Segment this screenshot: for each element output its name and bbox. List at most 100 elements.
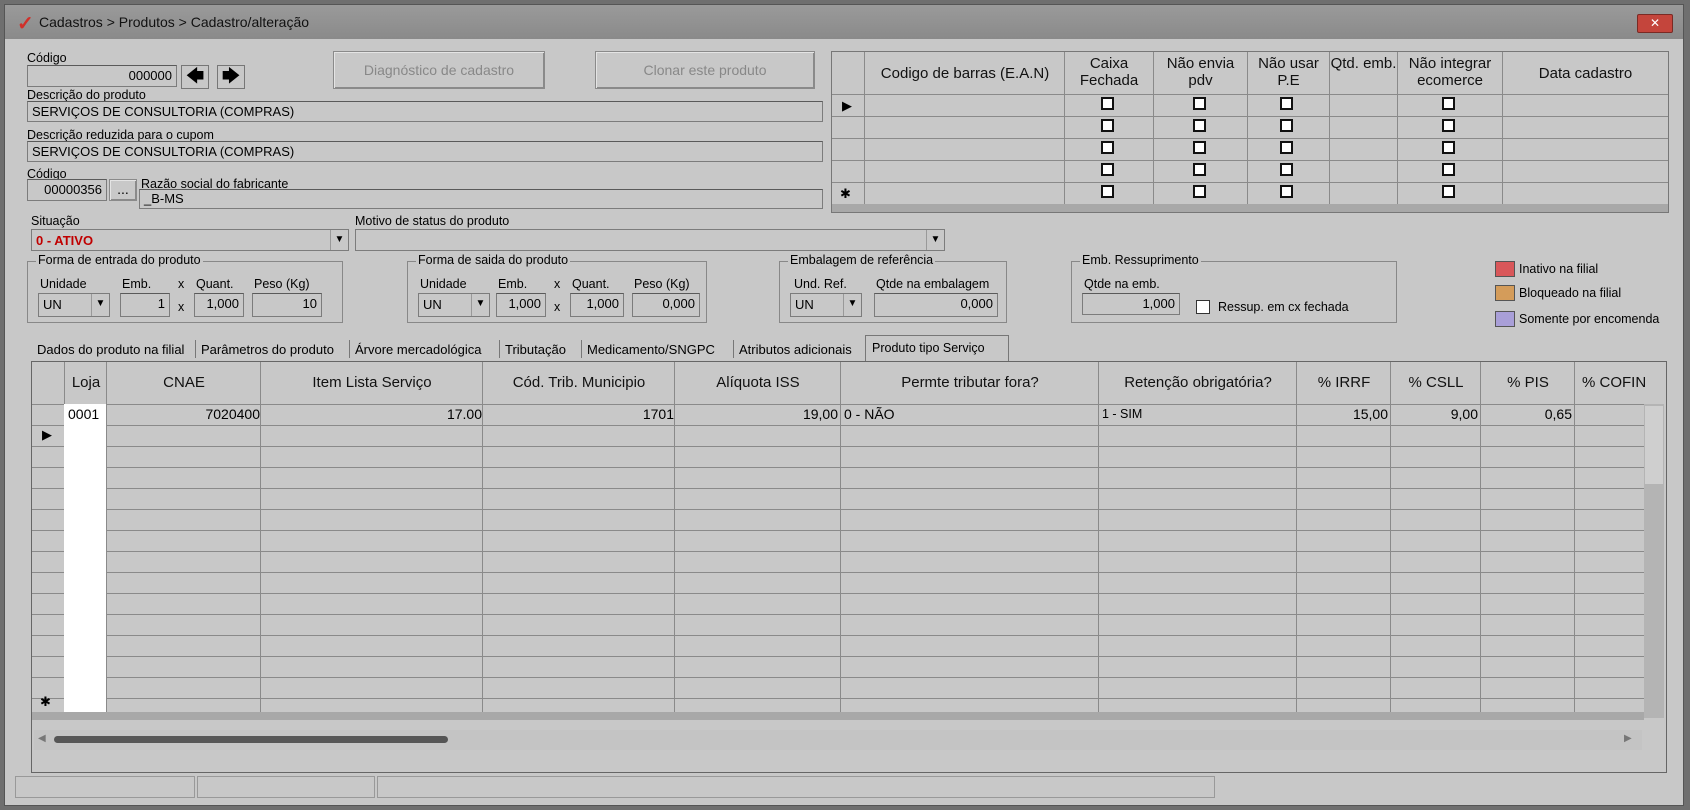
entrada-emb-label: Emb. (122, 277, 152, 291)
chevron-down-icon: ▼ (926, 230, 944, 250)
cell-irrf[interactable]: 15,00 (1298, 406, 1388, 422)
vertical-scroll-thumb[interactable] (1645, 406, 1663, 484)
fabricante-lookup-button[interactable]: ... (109, 179, 137, 201)
barcode-checkbox[interactable] (1193, 141, 1206, 154)
barcode-checkbox[interactable] (1280, 119, 1293, 132)
ressup-qtde-field[interactable]: 1,000 (1082, 293, 1180, 315)
col-data-cadastro: Data cadastro (1538, 65, 1633, 82)
codigo-field[interactable]: 000000 (27, 65, 177, 87)
col-retencao: Retenção obrigatória? (1124, 374, 1272, 391)
horizontal-scrollbar[interactable]: ◀ ▶ (34, 730, 1642, 750)
saida-unidade-select[interactable]: UN ▼ (418, 293, 490, 317)
servico-grid[interactable]: Loja CNAE Item Lista Serviço Cód. Trib. … (31, 361, 1667, 773)
clonar-button[interactable]: Clonar este produto (595, 51, 815, 89)
descricao-field[interactable]: SERVIÇOS DE CONSULTORIA (COMPRAS) (27, 101, 823, 122)
status-panel-1 (15, 776, 195, 798)
barcode-checkbox[interactable] (1442, 163, 1455, 176)
embalagem-und-label: Und. Ref. (794, 277, 847, 291)
cell-cnae[interactable]: 7020400 (108, 406, 260, 422)
embalagem-group: Embalagem de referência Und. Ref. Qtde n… (779, 253, 1007, 323)
barcode-checkbox[interactable] (1101, 163, 1114, 176)
tab-tributacao[interactable]: Tributação (505, 342, 566, 357)
col-cod-trib: Cód. Trib. Municipio (512, 374, 646, 391)
scroll-left-icon[interactable]: ◀ (38, 733, 46, 744)
barcode-checkbox[interactable] (1280, 163, 1293, 176)
barcode-checkbox[interactable] (1193, 163, 1206, 176)
barcode-checkbox[interactable] (1442, 185, 1455, 198)
scroll-right-icon[interactable]: ▶ (1624, 733, 1632, 744)
chevron-down-icon: ▼ (843, 294, 861, 316)
barcode-checkbox[interactable] (1280, 97, 1293, 110)
cell-retencao[interactable]: 1 - SIM (1102, 407, 1142, 421)
ressuprimento-group: Emb. Ressuprimento Qtde na emb. 1,000 Re… (1071, 253, 1397, 323)
next-record-button[interactable]: 🡆 (217, 65, 245, 89)
descricao-reduzida-field[interactable]: SERVIÇOS DE CONSULTORIA (COMPRAS) (27, 141, 823, 162)
saida-emb-field[interactable]: 1,000 (496, 293, 546, 317)
ressup-cx-fechada-label: Ressup. em cx fechada (1218, 300, 1349, 314)
cell-permite-tributar[interactable]: 0 - NÃO (844, 406, 895, 422)
fabricante-codigo-field[interactable]: 00000356 (27, 179, 107, 201)
barcode-checkbox[interactable] (1193, 119, 1206, 132)
legend-swatch-inativo (1495, 261, 1515, 277)
entrada-quant-field[interactable]: 1,000 (194, 293, 244, 317)
barcode-checkbox[interactable] (1442, 97, 1455, 110)
saida-peso-field[interactable]: 0,000 (632, 293, 700, 317)
barcode-grid[interactable]: Codigo de barras (E.A.N) Caixa Fechada N… (831, 51, 1669, 213)
col-cofins: % COFIN (1582, 374, 1647, 391)
new-row-icon: ✱ (40, 694, 51, 709)
ressup-cx-fechada-checkbox[interactable] (1196, 300, 1210, 314)
barcode-checkbox[interactable] (1101, 141, 1114, 154)
legend-label-bloqueado: Bloqueado na filial (1519, 286, 1622, 300)
entrada-emb-field[interactable]: 1 (120, 293, 170, 317)
motivo-select[interactable]: ▼ (355, 229, 945, 251)
barcode-checkbox[interactable] (1280, 185, 1293, 198)
motivo-label: Motivo de status do produto (355, 214, 510, 228)
row-indicator-icon: ▶ (842, 98, 852, 113)
entrada-x2-label: x (178, 300, 185, 314)
entrada-unidade-select[interactable]: UN ▼ (38, 293, 110, 317)
tab-atributos[interactable]: Atributos adicionais (739, 342, 852, 357)
saida-quant-label: Quant. (572, 277, 610, 291)
tab-produto-servico[interactable]: Produto tipo Serviço (865, 335, 1009, 361)
embalagem-und-select[interactable]: UN ▼ (790, 293, 862, 317)
barcode-checkbox[interactable] (1101, 185, 1114, 198)
entrada-peso-field[interactable]: 10 (252, 293, 322, 317)
barcode-checkbox[interactable] (1101, 97, 1114, 110)
cell-item-lista[interactable]: 17.00 (262, 406, 482, 422)
cell-pis[interactable]: 0,65 (1482, 406, 1572, 422)
barcode-checkbox[interactable] (1442, 119, 1455, 132)
razao-social-field[interactable]: _B-MS (139, 189, 823, 209)
barcode-checkbox[interactable] (1280, 141, 1293, 154)
col-nao-usar-pe: Não usar P.E (1258, 55, 1319, 89)
saida-unidade-value: UN (423, 297, 442, 312)
cell-aliquota-iss[interactable]: 19,00 (676, 406, 838, 422)
col-item-lista: Item Lista Serviço (312, 374, 432, 391)
form-client-area: Código 000000 🡄 🡆 Diagnóstico de cadastr… (15, 43, 1673, 776)
barcode-checkbox[interactable] (1101, 119, 1114, 132)
saida-unidade-label: Unidade (420, 277, 467, 291)
prev-record-button[interactable]: 🡄 (181, 65, 209, 89)
barcode-checkbox[interactable] (1442, 141, 1455, 154)
embalagem-und-value: UN (795, 297, 814, 312)
col-permite-tributar: Permte tributar fora? (901, 374, 1039, 391)
cell-csll[interactable]: 9,00 (1392, 406, 1478, 422)
barcode-grid-footer (832, 204, 1668, 212)
situacao-select[interactable]: 0 - ATIVO ▼ (31, 229, 349, 251)
tab-parametros[interactable]: Parâmetros do produto (201, 342, 334, 357)
barcode-checkbox[interactable] (1193, 97, 1206, 110)
close-button[interactable]: ✕ (1637, 14, 1673, 33)
horizontal-scroll-thumb[interactable] (54, 736, 448, 743)
cell-loja[interactable]: 0001 (68, 406, 99, 422)
barcode-checkbox[interactable] (1193, 185, 1206, 198)
tab-arvore[interactable]: Árvore mercadológica (355, 342, 481, 357)
vertical-scrollbar[interactable] (1644, 404, 1664, 718)
loja-column-editor[interactable] (64, 404, 106, 712)
col-pis: % PIS (1507, 374, 1549, 391)
tab-dados-filial[interactable]: Dados do produto na filial (37, 342, 184, 357)
saida-quant-field[interactable]: 1,000 (570, 293, 624, 317)
embalagem-qtde-field[interactable]: 0,000 (874, 293, 998, 317)
cell-cod-trib[interactable]: 1701 (484, 406, 674, 422)
chevron-down-icon: ▼ (471, 294, 489, 316)
diagnostico-button[interactable]: Diagnóstico de cadastro (333, 51, 545, 89)
tab-medicamento[interactable]: Medicamento/SNGPC (587, 342, 715, 357)
